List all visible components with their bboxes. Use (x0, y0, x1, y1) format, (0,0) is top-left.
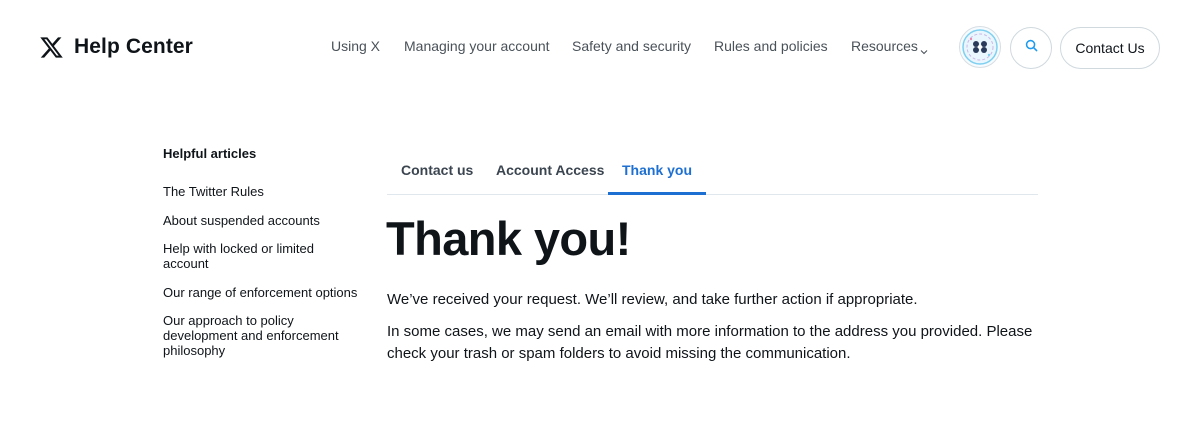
helpful-articles-sidebar: Helpful articles The Twitter Rules About… (163, 146, 363, 358)
sidebar-item-enforcement-options[interactable]: Our range of enforcement options (163, 285, 363, 300)
tab-account-access[interactable]: Account Access (482, 150, 618, 194)
nav-item-using-x[interactable]: Using X (331, 38, 380, 54)
sidebar-item-suspended-accounts[interactable]: About suspended accounts (163, 213, 363, 228)
sidebar-item-twitter-rules[interactable]: The Twitter Rules (163, 184, 363, 199)
contact-us-button[interactable]: Contact Us (1060, 27, 1160, 69)
email-notice-message: In some cases, we may send an email with… (387, 323, 1033, 362)
chevron-down-icon (920, 43, 928, 55)
search-button[interactable] (1010, 27, 1052, 69)
sidebar-item-locked-limited[interactable]: Help with locked or limited account (163, 241, 353, 271)
nav-item-safety-security[interactable]: Safety and security (572, 38, 691, 54)
form-tabs: Contact us Account Access Thank you (387, 150, 1038, 195)
confirmation-message: We’ve received your request. We’ll revie… (387, 291, 918, 308)
page-title: Thank you! (386, 212, 631, 265)
nav-item-rules-policies[interactable]: Rules and policies (714, 38, 828, 54)
tab-contact-us[interactable]: Contact us (387, 150, 487, 194)
search-icon (1025, 39, 1038, 57)
tab-thank-you[interactable]: Thank you (608, 150, 707, 195)
sidebar-item-policy-approach[interactable]: Our approach to policy development and e… (163, 313, 345, 358)
site-title: Help Center (74, 35, 193, 58)
sidebar-heading: Helpful articles (163, 146, 257, 161)
x-logo-icon (39, 35, 64, 60)
nav-item-resources-label: Resources (851, 38, 918, 54)
site-header: Help Center Using X Managing your accoun… (0, 0, 1200, 96)
avatar[interactable] (959, 26, 1001, 68)
home-link[interactable]: Help Center (39, 33, 193, 61)
nav-item-resources[interactable]: Resources (851, 38, 928, 55)
nav-item-managing-account[interactable]: Managing your account (404, 38, 550, 54)
